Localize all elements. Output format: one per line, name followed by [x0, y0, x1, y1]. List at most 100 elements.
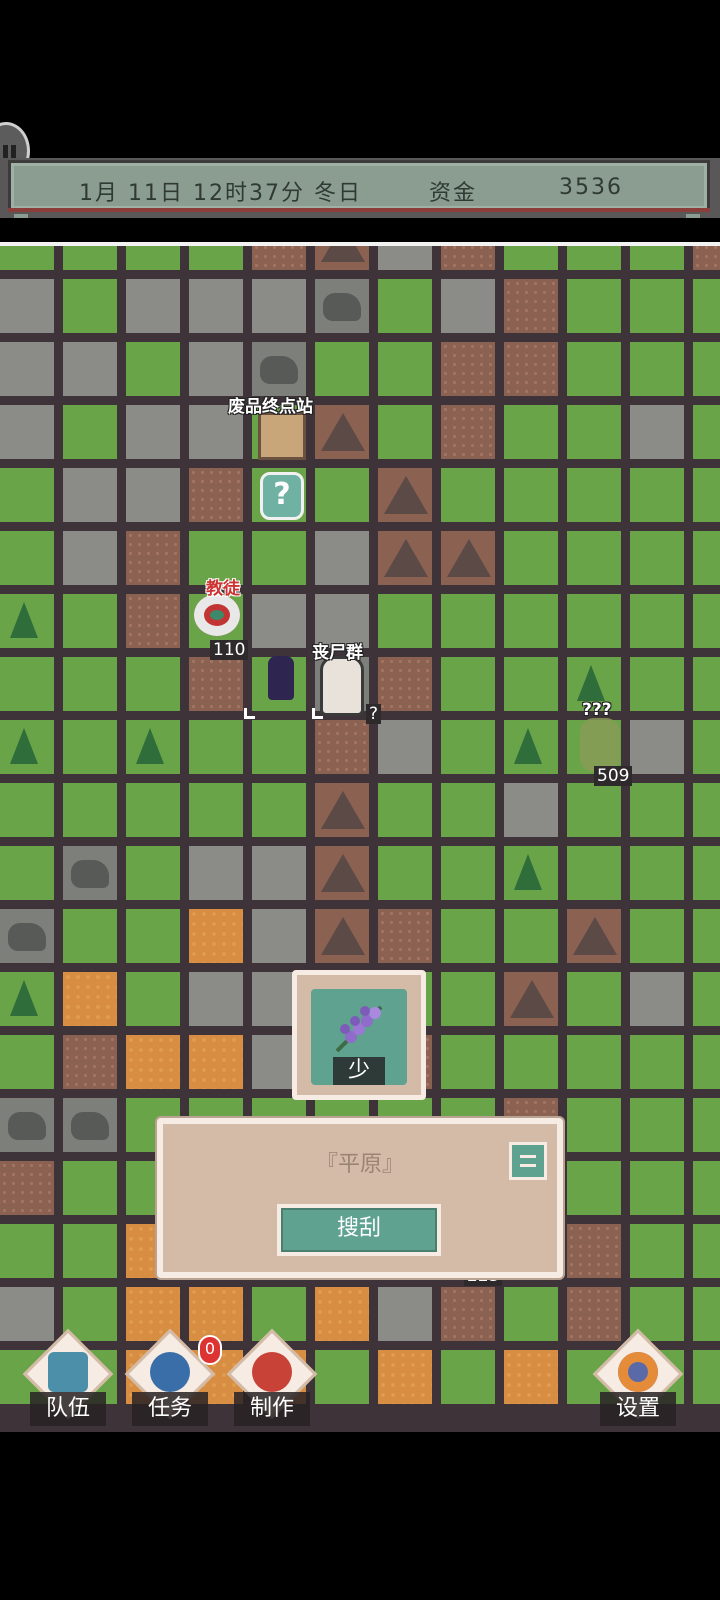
map-tile[interactable]	[567, 1098, 621, 1152]
map-tile[interactable]	[0, 342, 54, 396]
map-tile[interactable]	[63, 783, 117, 837]
map-tile[interactable]	[378, 846, 432, 900]
map-tile[interactable]	[567, 594, 621, 648]
menu-button[interactable]	[509, 1142, 547, 1180]
map-tile[interactable]	[378, 405, 432, 459]
map-tile[interactable]	[378, 594, 432, 648]
map-tile[interactable]	[315, 1350, 369, 1404]
map-tile[interactable]	[63, 1035, 117, 1089]
map-tile[interactable]	[693, 342, 720, 396]
map-tile[interactable]	[630, 342, 684, 396]
map-tile[interactable]	[630, 720, 684, 774]
map-tile[interactable]	[567, 405, 621, 459]
map-tile[interactable]	[315, 279, 369, 333]
map-tile[interactable]	[630, 1161, 684, 1215]
map-tile[interactable]	[441, 720, 495, 774]
map-tile[interactable]	[630, 657, 684, 711]
zombie-horde-icon[interactable]	[320, 656, 364, 716]
map-tile[interactable]	[126, 657, 180, 711]
map-tile[interactable]	[378, 531, 432, 585]
map-tile[interactable]	[189, 783, 243, 837]
map-tile[interactable]	[0, 972, 54, 1026]
map-tile[interactable]	[693, 720, 720, 774]
map-tile[interactable]	[630, 783, 684, 837]
map-tile[interactable]	[630, 246, 684, 270]
map-tile[interactable]	[630, 1035, 684, 1089]
map-tile[interactable]	[441, 594, 495, 648]
map-tile[interactable]	[441, 1287, 495, 1341]
map-tile[interactable]	[126, 279, 180, 333]
map-tile[interactable]	[567, 279, 621, 333]
cultist-eye-icon[interactable]	[194, 594, 240, 636]
map-tile[interactable]	[504, 972, 558, 1026]
map-tile[interactable]	[315, 783, 369, 837]
map-tile[interactable]	[378, 279, 432, 333]
map-tile[interactable]	[693, 657, 720, 711]
map-tile[interactable]	[126, 594, 180, 648]
map-tile[interactable]	[252, 783, 306, 837]
map-tile[interactable]	[378, 720, 432, 774]
map-tile[interactable]	[315, 1287, 369, 1341]
map-tile[interactable]	[63, 657, 117, 711]
map-tile[interactable]	[693, 783, 720, 837]
map-tile[interactable]	[0, 846, 54, 900]
map-tile[interactable]	[315, 246, 369, 270]
map-tile[interactable]	[315, 531, 369, 585]
map-tile[interactable]	[126, 405, 180, 459]
map-tile[interactable]	[0, 909, 54, 963]
map-tile[interactable]	[0, 720, 54, 774]
map-tile[interactable]	[63, 972, 117, 1026]
map-tile[interactable]	[126, 783, 180, 837]
map-tile[interactable]	[63, 468, 117, 522]
map-tile[interactable]	[504, 246, 558, 270]
map-tile[interactable]	[63, 531, 117, 585]
map-tile[interactable]	[189, 846, 243, 900]
craft-button[interactable]: 制作	[224, 1328, 320, 1426]
map-tile[interactable]	[441, 405, 495, 459]
map-tile[interactable]	[189, 1035, 243, 1089]
player-character-icon[interactable]	[268, 656, 294, 700]
map-tile[interactable]	[63, 846, 117, 900]
map-tile[interactable]	[378, 246, 432, 270]
settings-button[interactable]: 设置	[590, 1328, 686, 1426]
map-tile[interactable]	[504, 405, 558, 459]
map-tile[interactable]	[693, 846, 720, 900]
map-tile[interactable]	[441, 468, 495, 522]
map-tile[interactable]	[567, 342, 621, 396]
map-tile[interactable]	[0, 279, 54, 333]
map-tile[interactable]	[378, 468, 432, 522]
map-tile[interactable]	[126, 342, 180, 396]
map-tile[interactable]	[378, 783, 432, 837]
map-tile[interactable]	[0, 468, 54, 522]
map-tile[interactable]	[189, 720, 243, 774]
unknown-creature-icon[interactable]	[580, 718, 620, 772]
map-tile[interactable]	[630, 405, 684, 459]
map-tile[interactable]	[630, 1224, 684, 1278]
map-tile[interactable]	[126, 468, 180, 522]
map-tile[interactable]	[126, 909, 180, 963]
map-tile[interactable]	[693, 972, 720, 1026]
map-tile[interactable]	[126, 972, 180, 1026]
map-tile[interactable]	[504, 342, 558, 396]
map-tile[interactable]	[630, 468, 684, 522]
map-tile[interactable]	[567, 1035, 621, 1089]
map-tile[interactable]	[441, 846, 495, 900]
map-tile[interactable]	[0, 1035, 54, 1089]
map-tile[interactable]	[315, 405, 369, 459]
map-tile[interactable]	[504, 279, 558, 333]
map-tile[interactable]	[189, 342, 243, 396]
map-tile[interactable]	[567, 846, 621, 900]
map-tile[interactable]	[126, 531, 180, 585]
question-mark-icon[interactable]: ?	[260, 472, 304, 520]
map-tile[interactable]	[252, 279, 306, 333]
map-tile[interactable]	[441, 279, 495, 333]
map-tile[interactable]	[0, 1098, 54, 1152]
map-tile[interactable]	[189, 972, 243, 1026]
map-tile[interactable]	[0, 531, 54, 585]
map-tile[interactable]	[693, 1098, 720, 1152]
resource-item-card[interactable]: 少	[292, 970, 426, 1100]
map-tile[interactable]	[693, 909, 720, 963]
map-tile[interactable]	[0, 1224, 54, 1278]
item-slot[interactable]: 少	[311, 989, 407, 1085]
map-tile[interactable]	[63, 594, 117, 648]
